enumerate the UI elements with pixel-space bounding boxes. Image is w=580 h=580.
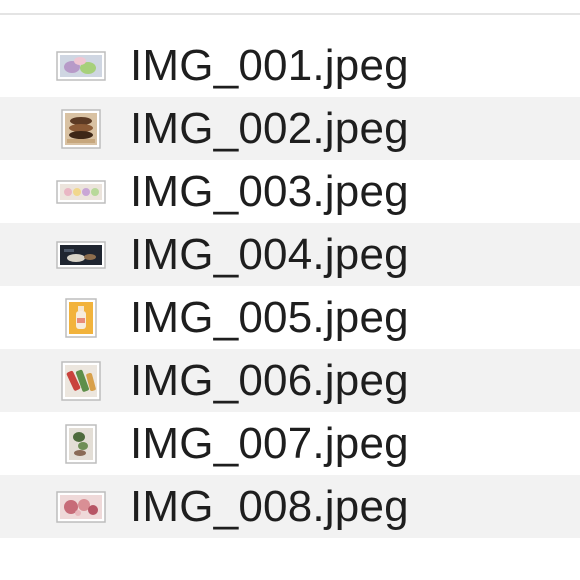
bottle-photo-thumbnail-icon: [55, 297, 107, 338]
file-name: IMG_008.jpeg: [130, 482, 409, 531]
herb-photo-thumbnail-icon: [55, 423, 107, 464]
cake-stack-photo-thumbnail-icon: [55, 108, 107, 149]
file-row-img-004[interactable]: IMG_004.jpeg: [0, 223, 580, 286]
file-name: IMG_003.jpeg: [130, 167, 409, 216]
header-divider: [0, 13, 580, 15]
file-row-img-005[interactable]: IMG_005.jpeg: [0, 286, 580, 349]
file-row-img-008[interactable]: IMG_008.jpeg: [0, 475, 580, 538]
file-row-img-001[interactable]: IMG_001.jpeg: [0, 34, 580, 97]
file-name: IMG_002.jpeg: [130, 104, 409, 153]
dark-food-photo-thumbnail-icon: [55, 235, 107, 275]
file-name: IMG_007.jpeg: [130, 419, 409, 468]
file-row-img-002[interactable]: IMG_002.jpeg: [0, 97, 580, 160]
macaron-photo-thumbnail-icon: [55, 46, 107, 86]
macaron-row-photo-thumbnail-icon: [55, 172, 107, 212]
file-name: IMG_006.jpeg: [130, 356, 409, 405]
berry-dessert-photo-thumbnail-icon: [55, 487, 107, 527]
finder-file-list-view: IMG_001.jpeg IMG_002.jpeg IMG_003.jpeg I…: [0, 0, 580, 580]
file-row-img-003[interactable]: IMG_003.jpeg: [0, 160, 580, 223]
file-name: IMG_005.jpeg: [130, 293, 409, 342]
file-name: IMG_004.jpeg: [130, 230, 409, 279]
file-name: IMG_001.jpeg: [130, 41, 409, 90]
file-row-img-007[interactable]: IMG_007.jpeg: [0, 412, 580, 475]
file-list: IMG_001.jpeg IMG_002.jpeg IMG_003.jpeg I…: [0, 34, 580, 538]
drink-cans-photo-thumbnail-icon: [55, 360, 107, 401]
file-row-img-006[interactable]: IMG_006.jpeg: [0, 349, 580, 412]
